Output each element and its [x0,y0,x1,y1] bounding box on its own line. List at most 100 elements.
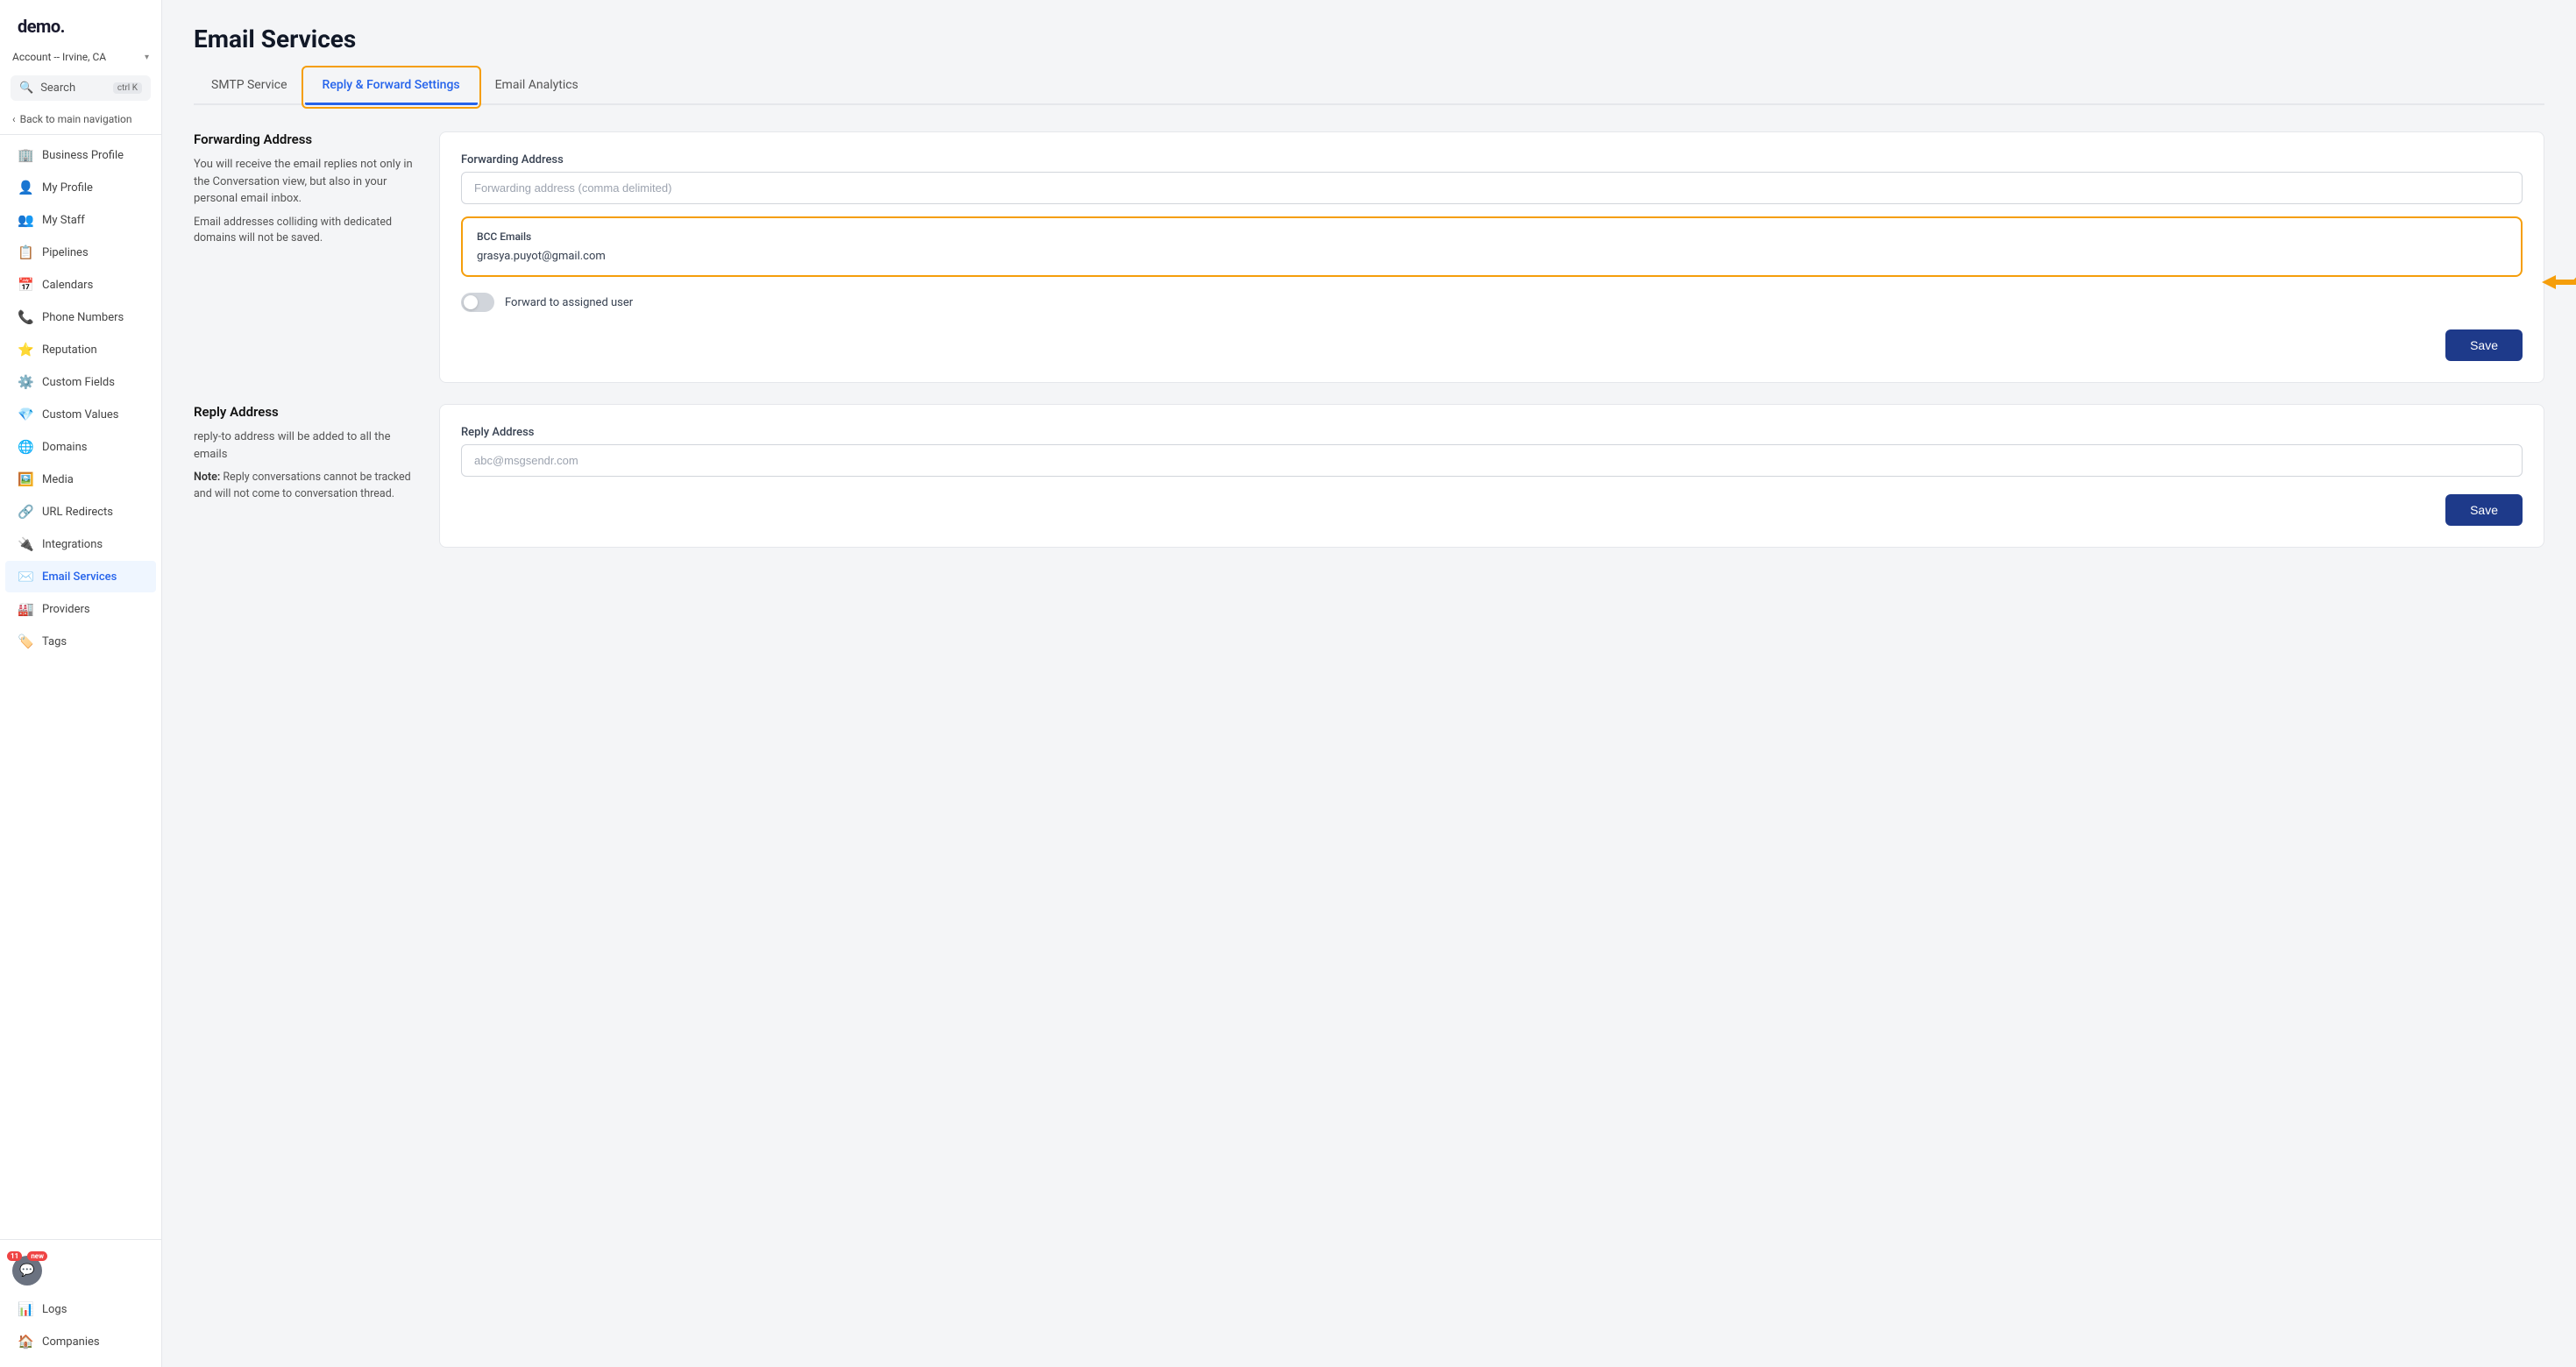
sidebar-item-calendars[interactable]: 📅 Calendars [5,269,156,301]
sidebar-item-pipelines[interactable]: 📋 Pipelines [5,237,156,268]
account-label: Account -- Irvine, CA [12,51,106,63]
reply-card: Reply Address Save [439,404,2544,548]
back-label: Back to main navigation [20,113,132,125]
page-header: Email Services SMTP Service Reply & Forw… [162,0,2576,105]
url-redirects-icon: 🔗 [18,504,33,520]
sidebar-item-label: Custom Values [42,408,119,421]
back-to-main-nav[interactable]: ‹ Back to main navigation [0,108,161,135]
sidebar-item-domains[interactable]: 🌐 Domains [5,431,156,463]
forwarding-note: Email addresses colliding with dedicated… [194,215,413,248]
sidebar-item-label: My Staff [42,214,85,227]
sidebar-item-url-redirects[interactable]: 🔗 URL Redirects [5,496,156,528]
sidebar-item-logs[interactable]: 📊 Logs [5,1293,156,1325]
avatar: 💬 11 new [12,1256,42,1286]
forwarding-card: Forwarding Address BCC Emails grasya.puy… [439,131,2544,383]
reply-note-prefix: Note: [194,471,220,484]
my-staff-icon: 👥 [18,212,33,228]
sidebar-item-label: URL Redirects [42,506,113,519]
sidebar-item-companies[interactable]: 🏠 Companies [5,1326,156,1357]
tabs-bar: SMTP Service Reply & Forward Settings Em… [194,69,2544,105]
chevron-down-icon: ▾ [145,53,149,62]
tab-smtp[interactable]: SMTP Service [194,69,305,105]
sidebar-nav: 🏢 Business Profile 👤 My Profile 👥 My Sta… [0,138,161,658]
user-avatar-section[interactable]: 💬 11 new [0,1249,161,1293]
reply-description: reply-to address will be added to all th… [194,429,413,463]
bcc-value: grasya.puyot@gmail.com [477,250,2507,263]
main-content-area: Email Services SMTP Service Reply & Forw… [162,0,2576,1367]
forwarding-desc: Forwarding Address You will receive the … [194,131,439,383]
search-label: Search [40,81,75,95]
reply-desc: Reply Address reply-to address will be a… [194,404,439,548]
toggle-row: Forward to assigned user [461,293,2523,312]
media-icon: 🖼️ [18,471,33,487]
reply-save-button[interactable]: Save [2445,494,2523,526]
page-title: Email Services [194,25,2544,53]
sidebar-item-label: Integrations [42,538,103,551]
forwarding-address-input[interactable] [461,172,2523,204]
reply-heading: Reply Address [194,404,413,420]
sidebar-item-tags[interactable]: 🏷️ Tags [5,626,156,657]
forwarding-save-button[interactable]: Save [2445,329,2523,361]
tab-reply-forward[interactable]: Reply & Forward Settings [305,69,478,105]
sidebar-item-label: Pipelines [42,246,89,259]
calendars-icon: 📅 [18,277,33,293]
reply-address-input[interactable] [461,444,2523,477]
chat-icon: 💬 [19,1264,34,1278]
sidebar-item-label: Media [42,473,74,486]
sidebar-item-label: Phone Numbers [42,311,124,324]
forwarding-address-label: Forwarding Address [461,153,2523,166]
toggle-label: Forward to assigned user [505,296,633,309]
domains-icon: 🌐 [18,439,33,455]
search-bar[interactable]: 🔍 Search ctrl K [11,75,151,101]
sidebar-item-label: Business Profile [42,149,124,162]
tab-content: Forwarding Address You will receive the … [162,105,2576,1367]
forwarding-address-section: Forwarding Address You will receive the … [194,131,2544,383]
sidebar-item-business-profile[interactable]: 🏢 Business Profile [5,139,156,171]
pipelines-icon: 📋 [18,244,33,260]
tab-email-analytics[interactable]: Email Analytics [478,69,596,105]
sidebar-bottom: 💬 11 new 📊 Logs 🏠 Companies [0,1239,161,1367]
yellow-arrow-annotation [2523,234,2576,322]
companies-icon: 🏠 [18,1334,33,1349]
sidebar-item-label: Email Services [42,570,117,584]
reply-address-label: Reply Address [461,426,2523,439]
custom-fields-icon: ⚙️ [18,374,33,390]
sidebar-item-reputation[interactable]: ⭐ Reputation [5,334,156,365]
sidebar: demo. Account -- Irvine, CA ▾ 🔍 Search c… [0,0,162,1367]
sidebar-item-my-profile[interactable]: 👤 My Profile [5,172,156,203]
sidebar-item-integrations[interactable]: 🔌 Integrations [5,528,156,560]
account-selector[interactable]: Account -- Irvine, CA ▾ [0,46,161,72]
sidebar-item-custom-values[interactable]: 💎 Custom Values [5,399,156,430]
sidebar-item-phone-numbers[interactable]: 📞 Phone Numbers [5,301,156,333]
reply-note-text: Reply conversations cannot be tracked an… [194,471,411,500]
business-profile-icon: 🏢 [18,147,33,163]
sidebar-item-label: My Profile [42,181,93,195]
sidebar-item-my-staff[interactable]: 👥 My Staff [5,204,156,236]
new-badge: new [27,1251,47,1261]
bcc-label: BCC Emails [477,230,2507,243]
sidebar-item-media[interactable]: 🖼️ Media [5,464,156,495]
forwarding-description: You will receive the email replies not o… [194,156,413,208]
bcc-box: BCC Emails grasya.puyot@gmail.com [461,216,2523,277]
logs-icon: 📊 [18,1301,33,1317]
custom-values-icon: 💎 [18,407,33,422]
sidebar-item-email-services[interactable]: ✉️ Email Services [5,561,156,592]
reply-save-row: Save [461,494,2523,526]
reply-note: Note: Reply conversations cannot be trac… [194,470,413,503]
sidebar-item-providers[interactable]: 🏭 Providers [5,593,156,625]
sidebar-item-label: Logs [42,1303,67,1316]
providers-icon: 🏭 [18,601,33,617]
sidebar-item-label: Providers [42,603,90,616]
back-arrow-icon: ‹ [12,113,16,125]
toggle-knob [464,295,478,309]
tags-icon: 🏷️ [18,634,33,649]
my-profile-icon: 👤 [18,180,33,195]
sidebar-item-custom-fields[interactable]: ⚙️ Custom Fields [5,366,156,398]
forward-toggle[interactable] [461,293,494,312]
sidebar-item-label: Domains [42,441,87,454]
email-services-icon: ✉️ [18,569,33,584]
integrations-icon: 🔌 [18,536,33,552]
phone-numbers-icon: 📞 [18,309,33,325]
sidebar-item-label: Companies [42,1335,100,1349]
notification-badge: 11 [7,1251,22,1261]
